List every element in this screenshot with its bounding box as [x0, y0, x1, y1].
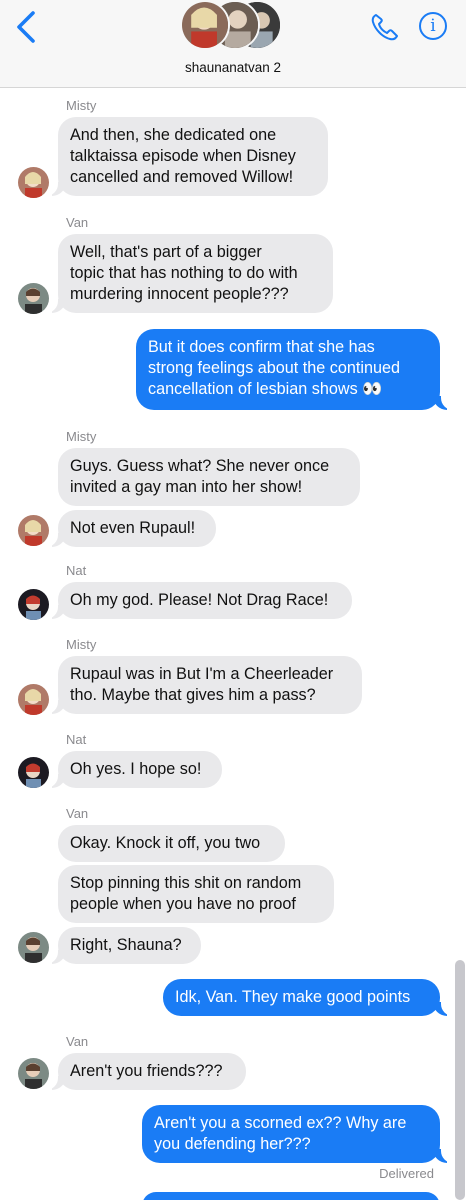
sender-name: Nat	[66, 563, 87, 578]
message-bubble[interactable]: Guys. Guess what? She never once invited…	[58, 448, 360, 506]
message-bubble[interactable]: Stop pinning this shit on random people …	[58, 865, 334, 923]
avatar	[180, 0, 230, 50]
phone-icon[interactable]	[370, 12, 400, 42]
message-bubble[interactable]: Oh my god. Please! Not Drag Race!	[58, 582, 352, 619]
message-bubble[interactable]: Oh yes. I hope so!	[58, 751, 222, 788]
bubble-tail	[44, 529, 66, 547]
conversation-header: shaunanatvan 2 i	[0, 0, 466, 88]
message-bubble[interactable]: Well, that's part of a bigger topic that…	[58, 234, 333, 313]
sender-name: Nat	[66, 732, 87, 747]
sender-name: Van	[66, 1034, 89, 1049]
avatar-van[interactable]	[18, 1058, 49, 1089]
message-bubble[interactable]: And then, she dedicated one talktaissa e…	[58, 117, 328, 196]
back-chevron-icon[interactable]	[14, 10, 38, 44]
avatar-van[interactable]	[18, 932, 49, 963]
avatar-misty[interactable]	[18, 167, 49, 198]
message-bubble[interactable]: Right, Shauna?	[58, 927, 201, 964]
delivery-status: Delivered	[379, 1166, 434, 1181]
info-icon[interactable]: i	[419, 12, 447, 40]
sender-name: Misty	[66, 98, 97, 113]
message-bubble[interactable]: But it does confirm that she has strong …	[136, 329, 440, 410]
sender-name: Misty	[66, 637, 97, 652]
bubble-tail	[44, 770, 66, 788]
avatar-nat[interactable]	[18, 757, 49, 788]
message-bubble[interactable]: Aren't you friends???	[58, 1053, 246, 1090]
bubble-tail	[44, 601, 66, 619]
bubble-tail	[44, 1072, 66, 1090]
scrollbar[interactable]	[455, 960, 465, 1200]
bubble-tail	[44, 696, 66, 714]
bubble-tail	[44, 946, 66, 964]
avatar-misty[interactable]	[18, 515, 49, 546]
group-name[interactable]: shaunanatvan 2	[0, 60, 466, 75]
bubble-tail	[433, 1145, 455, 1163]
message-bubble[interactable]: Aren't you a scorned ex?? Why are you de…	[142, 1105, 440, 1163]
avatar-misty[interactable]	[18, 684, 49, 715]
message-bubble[interactable]: Rupaul was in But I'm a Cheerleader tho.…	[58, 656, 362, 714]
bubble-tail	[44, 178, 66, 196]
message-bubble[interactable]: Idk, Van. They make good points	[163, 979, 440, 1016]
bubble-tail	[433, 998, 455, 1016]
bubble-tail	[44, 295, 66, 313]
message-bubble-partial[interactable]	[142, 1192, 440, 1200]
message-bubble[interactable]: Not even Rupaul!	[58, 510, 216, 547]
bubble-tail	[433, 392, 455, 410]
sender-name: Misty	[66, 429, 97, 444]
message-bubble[interactable]: Okay. Knock it off, you two	[58, 825, 285, 862]
avatar-nat[interactable]	[18, 589, 49, 620]
sender-name: Van	[66, 806, 89, 821]
avatar-van[interactable]	[18, 283, 49, 314]
group-avatar-stack[interactable]	[180, 0, 290, 52]
sender-name: Van	[66, 215, 89, 230]
